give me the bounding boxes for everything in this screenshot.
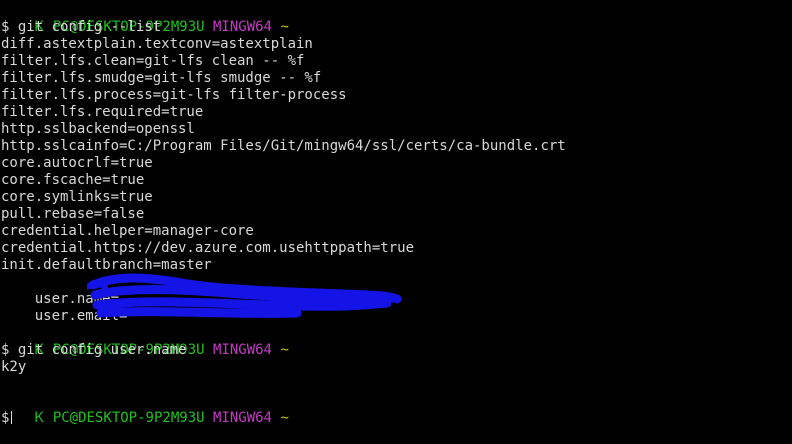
prompt-dollar: $ — [1, 410, 10, 426]
output-line: credential.https://dev.azure.com.usehttp… — [1, 240, 415, 256]
prompt-line: Ꮶ PC@DESKTOP-9P2M93U MINGW64 ~ — [1, 2, 792, 35]
output-line-redacted: user.email= — [1, 273, 792, 324]
terminal-window[interactable]: Ꮶ PC@DESKTOP-9P2M93U MINGW64 ~ $ git con… — [0, 0, 792, 431]
output-line: filter.lfs.clean=git-lfs clean -- %f — [1, 53, 305, 69]
command-text: git config --list — [17, 19, 162, 35]
command-text: git config user.name — [17, 342, 187, 358]
output-line: core.fscache=true — [1, 172, 145, 188]
output-line: core.autocrlf=true — [1, 155, 153, 171]
input-line[interactable]: $ — [1, 410, 792, 427]
prompt-dollar: $ — [1, 19, 10, 35]
output-line: filter.lfs.smudge=git-lfs smudge -- %f — [1, 70, 322, 86]
text-cursor[interactable] — [11, 411, 13, 424]
output-line: filter.lfs.required=true — [1, 104, 204, 120]
output-line: http.sslbackend=openssl — [1, 121, 195, 137]
command-line: $ git config --list — [1, 19, 792, 36]
command-line: $ git config user.name — [1, 342, 792, 359]
output-line: k2y — [1, 359, 27, 375]
redacted-user-email: user.email= — [34, 308, 128, 324]
prompt-line: Ꮶ PC@DESKTOP-9P2M93U MINGW64 ~ — [1, 325, 792, 358]
output-line: core.symlinks=true — [1, 189, 153, 205]
output-line: init.defaultbranch=master — [1, 257, 212, 273]
output-line: filter.lfs.process=git-lfs filter-proces… — [1, 87, 347, 103]
prompt-line: Ꮶ PC@DESKTOP-9P2M93U MINGW64 ~ — [1, 393, 792, 426]
output-line: pull.rebase=false — [1, 206, 145, 222]
prompt-dollar: $ — [1, 342, 10, 358]
output-line: http.sslcainfo=C:/Program Files/Git/ming… — [1, 138, 566, 154]
output-line: diff.astextplain.textconv=astextplain — [1, 36, 313, 52]
output-line: credential.helper=manager-core — [1, 223, 254, 239]
output-line-redacted: user.name= — [1, 274, 792, 307]
